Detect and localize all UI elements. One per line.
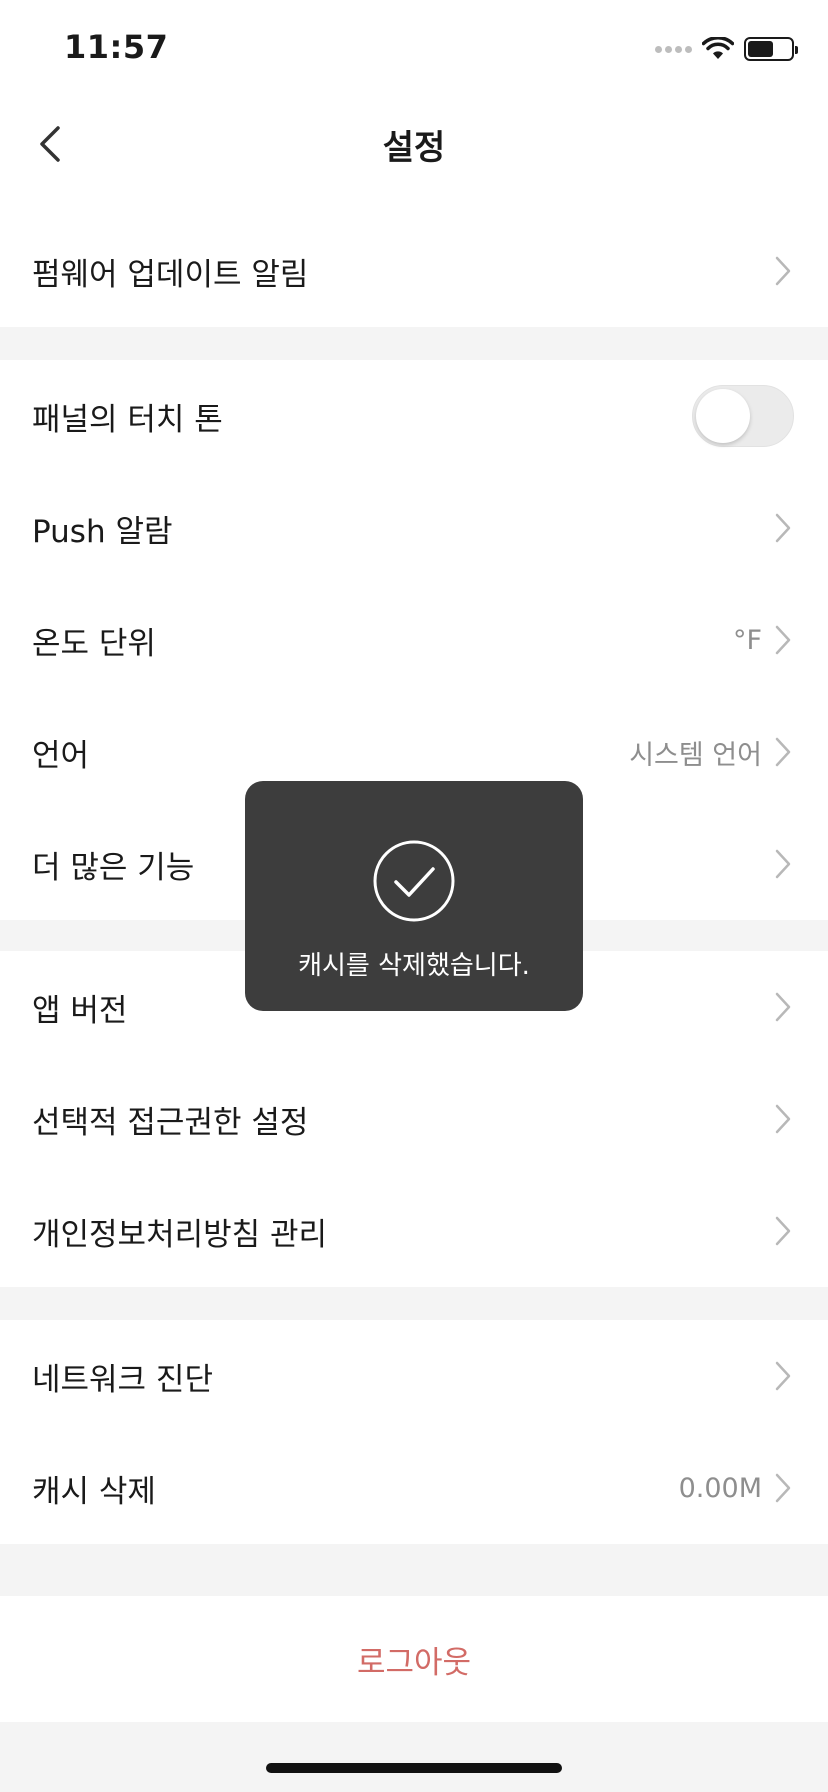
toggle-knob xyxy=(696,389,750,443)
chevron-right-icon xyxy=(772,1358,794,1394)
row-label: 개인정보처리방침 관리 xyxy=(32,1216,328,1253)
row-label: 선택적 접근권한 설정 xyxy=(32,1104,309,1141)
settings-group-maintenance: 네트워크 진단 캐시 삭제 0.00M xyxy=(0,1320,828,1544)
status-bar: 11:57 xyxy=(0,0,828,100)
temperature-unit-value: °F xyxy=(732,624,762,656)
toast-message: 캐시를 삭제했습니다. xyxy=(298,951,530,981)
home-indicator xyxy=(266,1763,562,1773)
chevron-right-icon xyxy=(772,1470,794,1506)
row-touch-tone: 패널의 터치 톤 xyxy=(0,360,828,472)
chevron-right-icon xyxy=(772,253,794,289)
logout-label: 로그아웃 xyxy=(356,1644,472,1681)
settings-screen: 11:57 설정 펌웨어 업데이트 알림 패널의 터치 톤 Push 알람 온도… xyxy=(0,0,828,1792)
row-firmware-update[interactable]: 펌웨어 업데이트 알림 xyxy=(0,215,828,327)
chevron-right-icon xyxy=(772,1101,794,1137)
row-label: 네트워크 진단 xyxy=(32,1361,213,1398)
chevron-right-icon xyxy=(772,1213,794,1249)
chevron-right-icon xyxy=(772,510,794,546)
touch-tone-toggle[interactable] xyxy=(692,385,794,447)
check-circle-icon xyxy=(373,840,455,922)
chevron-right-icon xyxy=(772,846,794,882)
row-privacy-policy[interactable]: 개인정보처리방침 관리 xyxy=(0,1175,828,1287)
row-label: 온도 단위 xyxy=(32,625,156,662)
page-title: 설정 xyxy=(382,128,446,168)
row-label: 펌웨어 업데이트 알림 xyxy=(32,256,309,293)
chevron-right-icon xyxy=(772,622,794,658)
row-label: 패널의 터치 톤 xyxy=(32,401,223,438)
row-optional-permissions[interactable]: 선택적 접근권한 설정 xyxy=(0,1063,828,1175)
row-label: 언어 xyxy=(32,737,90,774)
status-icons xyxy=(655,36,798,62)
toast: 캐시를 삭제했습니다. xyxy=(245,781,583,1011)
chevron-right-icon xyxy=(772,989,794,1025)
logout-group: 로그아웃 xyxy=(0,1596,828,1722)
row-label: 캐시 삭제 xyxy=(32,1473,156,1510)
chevron-right-icon xyxy=(772,734,794,770)
settings-group-firmware: 펌웨어 업데이트 알림 xyxy=(0,215,828,327)
row-clear-cache[interactable]: 캐시 삭제 0.00M xyxy=(0,1432,828,1544)
logout-button[interactable]: 로그아웃 xyxy=(0,1596,828,1722)
cellular-signal-icon xyxy=(655,45,692,53)
battery-icon xyxy=(744,37,798,61)
row-push-alarm[interactable]: Push 알람 xyxy=(0,472,828,584)
row-network-diagnosis[interactable]: 네트워크 진단 xyxy=(0,1320,828,1432)
cache-size-value: 0.00M xyxy=(678,1472,762,1504)
status-time: 11:57 xyxy=(64,28,169,66)
row-temperature-unit[interactable]: 온도 단위 °F xyxy=(0,584,828,696)
row-label: Push 알람 xyxy=(32,513,173,550)
language-value: 시스템 언어 xyxy=(629,739,762,771)
wifi-icon xyxy=(702,37,734,59)
